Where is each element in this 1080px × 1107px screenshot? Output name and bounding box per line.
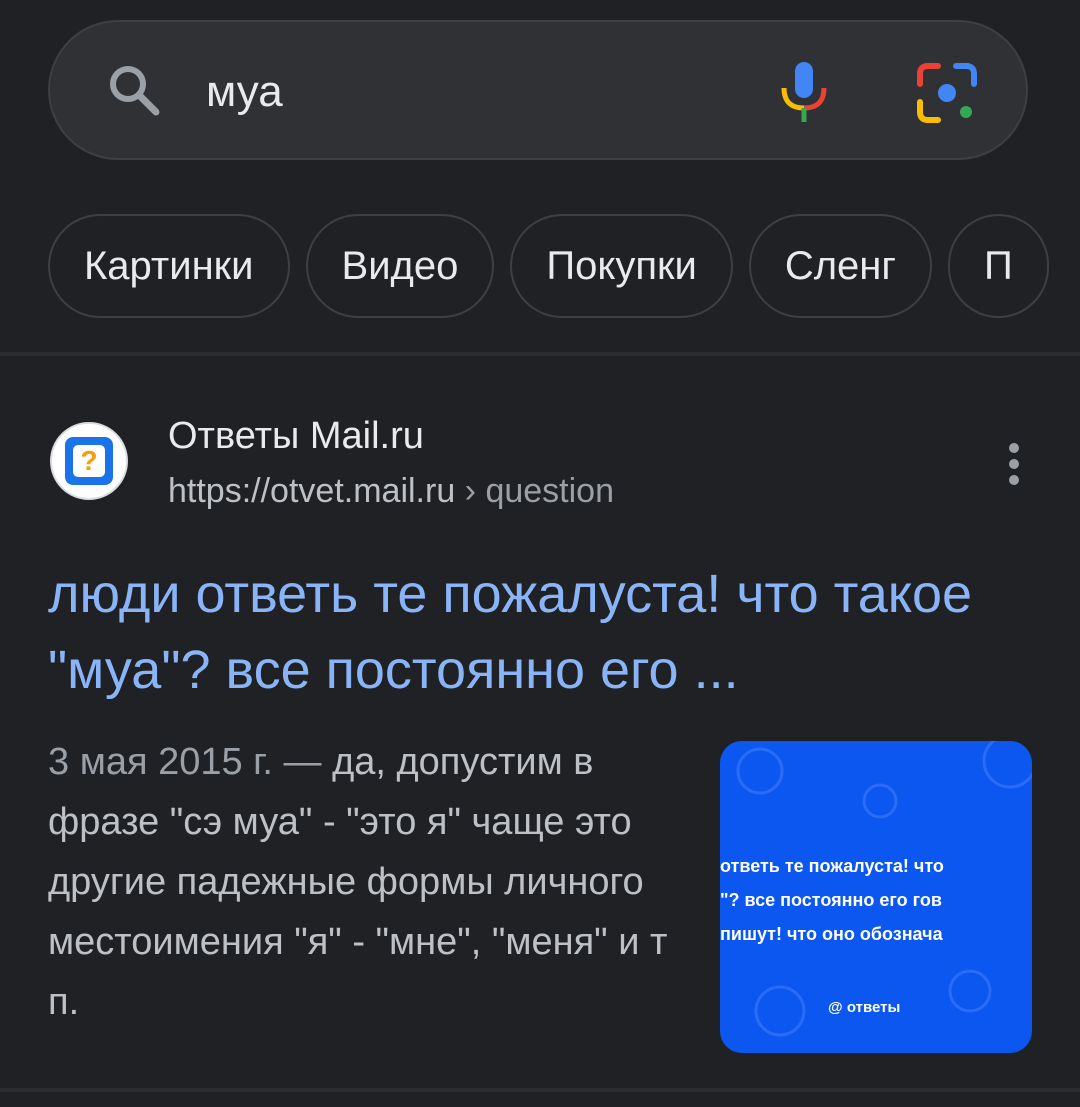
url-base: https://otvet.mail.ru	[168, 472, 456, 510]
chip-slang[interactable]: Сленг	[748, 214, 932, 318]
thumbnail-text-line: "? все постоянно его гов	[720, 890, 942, 910]
search-bar[interactable]: муа	[48, 20, 1028, 160]
site-name[interactable]: Ответы Mail.ru	[168, 412, 424, 460]
lens-icon[interactable]	[916, 62, 978, 124]
result-thumbnail[interactable]: ответь те пожалуста! что "? все постоянн…	[720, 741, 1032, 1053]
search-icon[interactable]	[106, 62, 162, 118]
thumbnail-brand: @ ответы	[828, 999, 901, 1016]
chip-shopping[interactable]: Покупки	[510, 214, 733, 318]
filter-chips: Картинки Видео Покупки Сленг П	[48, 214, 1080, 322]
chip-images[interactable]: Картинки	[48, 214, 290, 318]
thumbnail-text-line: пишут! что оно обозначa	[720, 924, 943, 944]
url-crumb: › question	[455, 472, 614, 510]
search-results-page: муа Картинки Видео Покупки Сленг П ? Отв…	[0, 0, 1080, 1107]
chip-more-truncated[interactable]: П	[947, 214, 1049, 318]
divider	[0, 352, 1080, 356]
chip-video[interactable]: Видео	[305, 214, 495, 318]
more-vert-icon[interactable]	[998, 440, 1030, 488]
question-icon: ?	[65, 437, 113, 485]
mic-icon[interactable]	[778, 60, 830, 124]
site-url[interactable]: https://otvet.mail.ru › question	[168, 468, 614, 514]
search-input[interactable]: муа	[206, 66, 283, 118]
site-favicon[interactable]: ?	[50, 422, 128, 500]
result-title-link[interactable]: люди ответь те пожалуста! что такое "муа…	[48, 556, 1038, 708]
snippet-date: 3 мая 2015 г. —	[48, 741, 333, 783]
snippet-text: да, допустим в фразе "сэ муа" - "это я" …	[48, 741, 668, 1023]
thumbnail-text-line: ответь те пожалуста! что	[720, 856, 944, 876]
divider	[0, 1088, 1080, 1092]
at-icon: @	[828, 999, 843, 1016]
result-snippet: 3 мая 2015 г. — да, допустим в фразе "сэ…	[48, 732, 688, 1032]
